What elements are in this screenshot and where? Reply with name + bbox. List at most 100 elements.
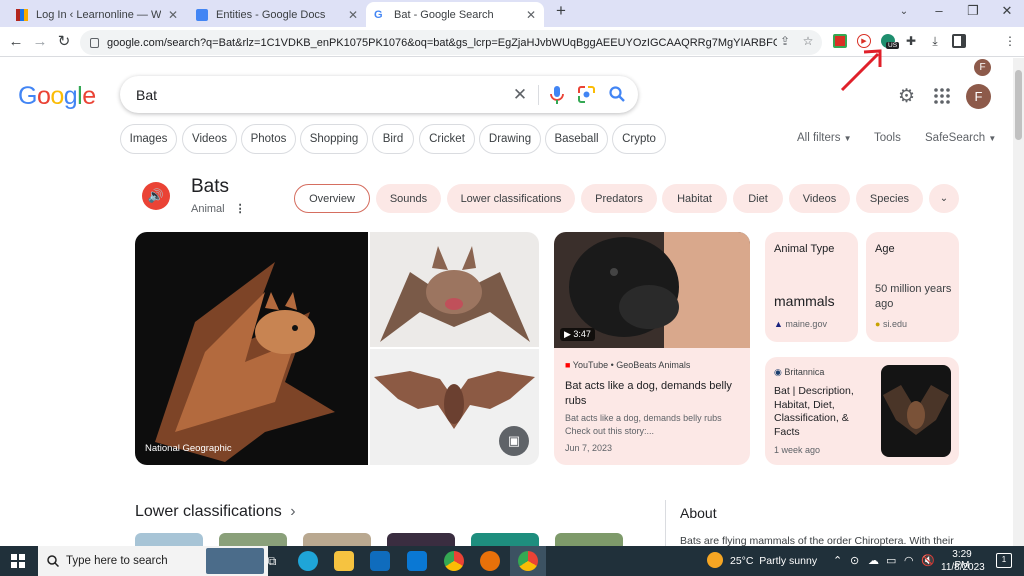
all-filters-menu[interactable]: All filters ▼ [797,132,852,144]
address-url[interactable]: google.com/search?q=Bat&rlz=1C1VDKB_enPK… [107,37,777,49]
video-title[interactable]: Bat acts like a dog, demands belly rubs [565,379,745,409]
close-tab-icon[interactable]: ✕ [168,8,178,22]
onedrive-cloud-icon[interactable]: ☁ [868,554,879,567]
chevron-right-icon[interactable]: › [290,503,295,520]
profile-avatar[interactable]: F [974,59,991,76]
entity-tab-videos[interactable]: Videos [789,184,850,213]
tools-button[interactable]: Tools [874,132,901,144]
chrome-menu-icon[interactable]: ⋮ [1003,34,1017,48]
meet-now-icon[interactable]: ⊙ [850,554,859,567]
entity-tab-habitat[interactable]: Habitat [662,184,727,213]
main-bat-image[interactable]: National Geographic [135,232,368,465]
classification-thumbnail[interactable] [303,533,371,546]
tab-search-icon[interactable]: ⌄ [893,6,915,17]
entity-tab-lower-classifications[interactable]: Lower classifications [447,184,575,213]
bat-flying-image[interactable]: ▣ [370,349,539,465]
britannica-title[interactable]: Bat | Description, Habitat, Diet, Classi… [774,385,874,439]
clock-date[interactable]: 11/8/2023 [941,562,985,573]
video-thumbnail[interactable]: ▶ 3:47 [554,232,750,348]
classification-thumbnail[interactable] [387,533,455,546]
expand-tabs-chevron-icon[interactable]: ⌄ [929,184,959,213]
chip-shopping[interactable]: Shopping [300,124,368,154]
entity-tab-species[interactable]: Species [856,184,923,213]
chip-cricket[interactable]: Cricket [419,124,475,154]
network-icon[interactable]: ▭ [886,554,896,567]
file-explorer-icon[interactable] [334,551,354,571]
classification-thumbnail[interactable] [471,533,539,546]
weather-text[interactable]: 25°C Partly sunny [730,555,817,567]
minimize-icon[interactable]: – [928,3,950,18]
entity-tab-sounds[interactable]: Sounds [376,184,441,213]
search-input[interactable] [136,85,496,105]
tab-learnonline[interactable]: Log In ‹ Learnonline — WordPres ✕ [8,2,186,27]
windows-start-icon[interactable] [11,554,25,568]
lower-classifications-heading-text[interactable]: Lower classifications [135,503,282,520]
entity-tab-predators[interactable]: Predators [581,184,657,213]
side-panel-icon[interactable] [952,34,966,48]
extensions-puzzle-icon[interactable]: ✚ [904,34,918,48]
account-avatar[interactable]: F [966,84,991,109]
scrollbar-thumb[interactable] [1015,70,1022,140]
britannica-thumbnail[interactable] [881,365,951,457]
task-view-icon[interactable]: ⧉ [262,551,282,571]
fact-card-age[interactable]: Age 50 million years ago ● si.edu [866,232,959,342]
classification-thumbnail[interactable] [135,533,203,546]
chip-drawing[interactable]: Drawing [479,124,541,154]
bookmark-star-icon[interactable]: ☆ [801,34,815,48]
all-filters-label[interactable]: All filters [797,132,840,144]
google-lens-icon[interactable] [577,85,596,104]
tab-google-docs[interactable]: Entities - Google Docs ✕ [188,2,366,27]
classification-thumbnail[interactable] [555,533,623,546]
search-magnifier-icon[interactable] [608,85,626,103]
search-box[interactable]: ✕ [120,76,638,113]
chip-crypto[interactable]: Crypto [612,124,666,154]
chrome-icon[interactable] [444,551,464,571]
share-icon[interactable]: ⇪ [778,34,792,48]
show-hidden-icons-caret-icon[interactable]: ⌃ [833,554,842,567]
restore-icon[interactable]: ❐ [962,3,984,19]
volume-mute-icon[interactable]: 🔇 [921,554,935,567]
tab-google-search[interactable]: G Bat - Google Search ✕ [366,2,544,27]
classification-thumbnail[interactable] [219,533,287,546]
taskbar-search[interactable]: Type here to search [38,546,268,576]
notification-center-icon[interactable]: 1 [996,553,1012,568]
wifi-icon[interactable]: ◠ [904,554,914,567]
entity-tab-diet[interactable]: Diet [733,184,783,213]
clear-search-icon[interactable]: ✕ [510,85,530,105]
chip-bird[interactable]: Bird [372,124,414,154]
close-tab-icon[interactable]: ✕ [348,8,358,22]
fact-card-animal-type[interactable]: Animal Type mammals ▲ maine.gov [765,232,858,342]
settings-gear-icon[interactable]: ⚙ [898,85,915,108]
voice-search-mic-icon[interactable] [549,85,565,105]
reload-icon[interactable]: ↻ [54,32,74,52]
chip-videos[interactable]: Videos [182,124,237,154]
lower-classifications-heading[interactable]: Lower classifications › [135,503,296,521]
britannica-card[interactable]: ◉ Britannica Bat | Description, Habitat,… [765,357,959,465]
video-card[interactable]: ▶ 3:47 ■ YouTube • GeoBeats Animals Bat … [554,232,750,465]
safesearch-label[interactable]: SafeSearch [925,132,985,144]
back-arrow-icon[interactable]: ← [6,32,26,52]
microsoft-store-icon[interactable] [370,551,390,571]
bat-closeup-image[interactable] [370,232,539,347]
entity-tab-overview[interactable]: Overview [294,184,370,213]
audio-speaker-icon[interactable]: 🔊 [142,182,170,210]
image-search-icon[interactable]: ▣ [499,426,529,456]
download-icon[interactable]: ⤓ [928,34,942,48]
close-tab-icon[interactable]: ✕ [526,8,536,22]
page-scrollbar[interactable] [1013,58,1024,546]
new-tab-button[interactable]: + [550,1,572,21]
forward-arrow-icon[interactable]: → [30,32,50,52]
chrome-profile-icon[interactable] [480,551,500,571]
mail-icon[interactable] [407,551,427,571]
taskbar-search-placeholder[interactable]: Type here to search [66,555,168,567]
edge-browser-icon[interactable] [298,551,318,571]
chrome-active-icon[interactable] [518,551,538,571]
chip-images[interactable]: Images [120,124,177,154]
more-options-icon[interactable]: ⋮ [235,203,246,215]
chip-baseball[interactable]: Baseball [545,124,608,154]
chip-photos[interactable]: Photos [241,124,296,154]
google-apps-grid-icon[interactable] [934,88,950,104]
address-bar[interactable]: google.com/search?q=Bat&rlz=1C1VDKB_enPK… [80,30,822,55]
close-window-icon[interactable]: ✕ [996,3,1018,19]
safesearch-menu[interactable]: SafeSearch ▼ [925,132,996,144]
